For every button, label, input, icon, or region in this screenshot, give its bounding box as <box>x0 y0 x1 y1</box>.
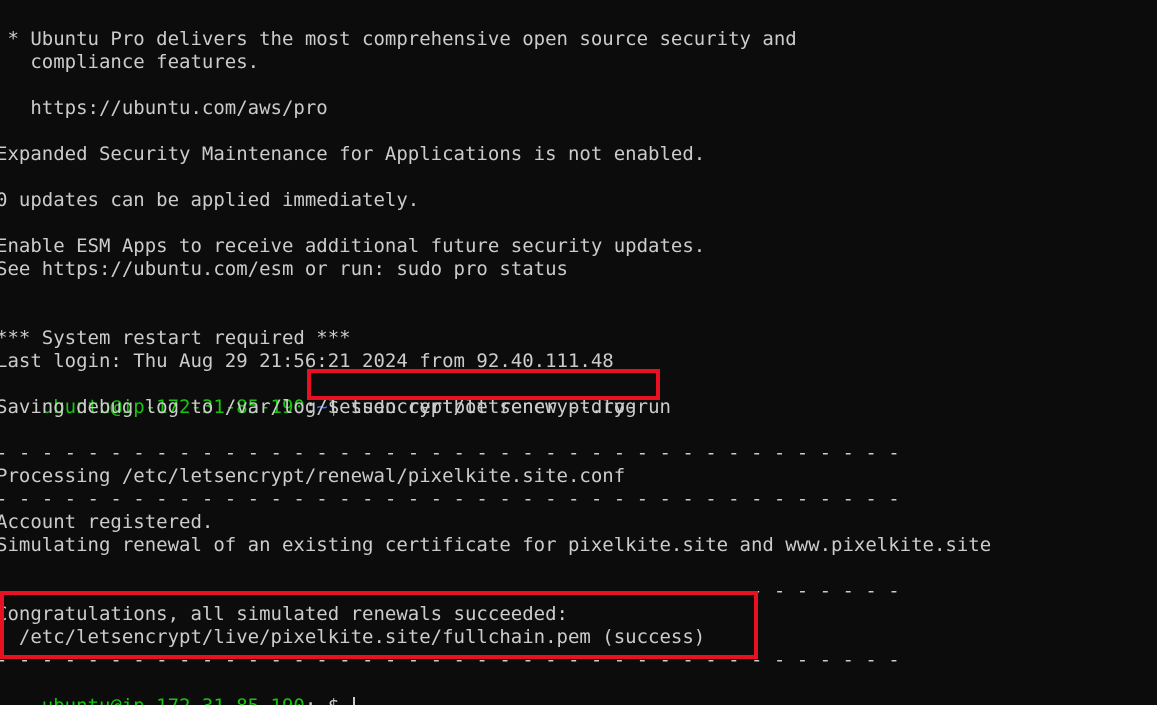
text-cursor <box>352 696 355 705</box>
restart-notice: *** System restart required *** <box>0 327 351 349</box>
separator-line: - - - - - - - - - - - - - - - - - - - - … <box>0 488 900 510</box>
last-login-line: Last login: Thu Aug 29 21:56:21 2024 fro… <box>0 350 614 372</box>
prompt-user-host: ubuntu@ip-172-31-85-190 <box>42 695 305 705</box>
motd-line: Expanded Security Maintenance for Applic… <box>0 143 706 165</box>
prompt-dollar: $ <box>328 695 351 705</box>
output-line: Account registered. <box>0 511 214 533</box>
motd-line: compliance features. <box>0 51 260 73</box>
output-line: Simulating renewal of an existing certif… <box>0 534 992 556</box>
separator-line: - - - - - - - - - - - - - - - - - - - - … <box>0 649 900 671</box>
motd-line: 0 updates can be applied immediately. <box>0 189 420 211</box>
motd-line: * Ubuntu Pro delivers the most comprehen… <box>0 28 797 50</box>
prompt-colon: : <box>305 695 316 705</box>
separator-line: - - - - - - - - - - - - - - - - - - - - … <box>0 442 900 464</box>
active-prompt-line[interactable]: ubuntu@ip-172-31-85-190:~$ <box>0 672 355 705</box>
separator-line: - - - - - - - - - - - - - - - - - - - - … <box>0 580 900 602</box>
output-line: Processing /etc/letsencrypt/renewal/pixe… <box>0 465 626 487</box>
success-cert-path: /etc/letsencrypt/live/pixelkite.site/ful… <box>0 626 706 648</box>
command-prompt-line: ubuntu@ip-172-31-85-190:~$ sudo certbot … <box>0 373 671 418</box>
terminal-window[interactable]: * Ubuntu Pro delivers the most comprehen… <box>0 0 1157 705</box>
prompt-path: ~ <box>316 695 327 705</box>
success-message: Congratulations, all simulated renewals … <box>0 603 568 625</box>
output-line: Saving debug log to /var/log/letsencrypt… <box>0 396 637 418</box>
motd-line: https://ubuntu.com/aws/pro <box>0 97 328 119</box>
motd-line: See https://ubuntu.com/esm or run: sudo … <box>0 258 568 280</box>
motd-line: Enable ESM Apps to receive additional fu… <box>0 235 706 257</box>
